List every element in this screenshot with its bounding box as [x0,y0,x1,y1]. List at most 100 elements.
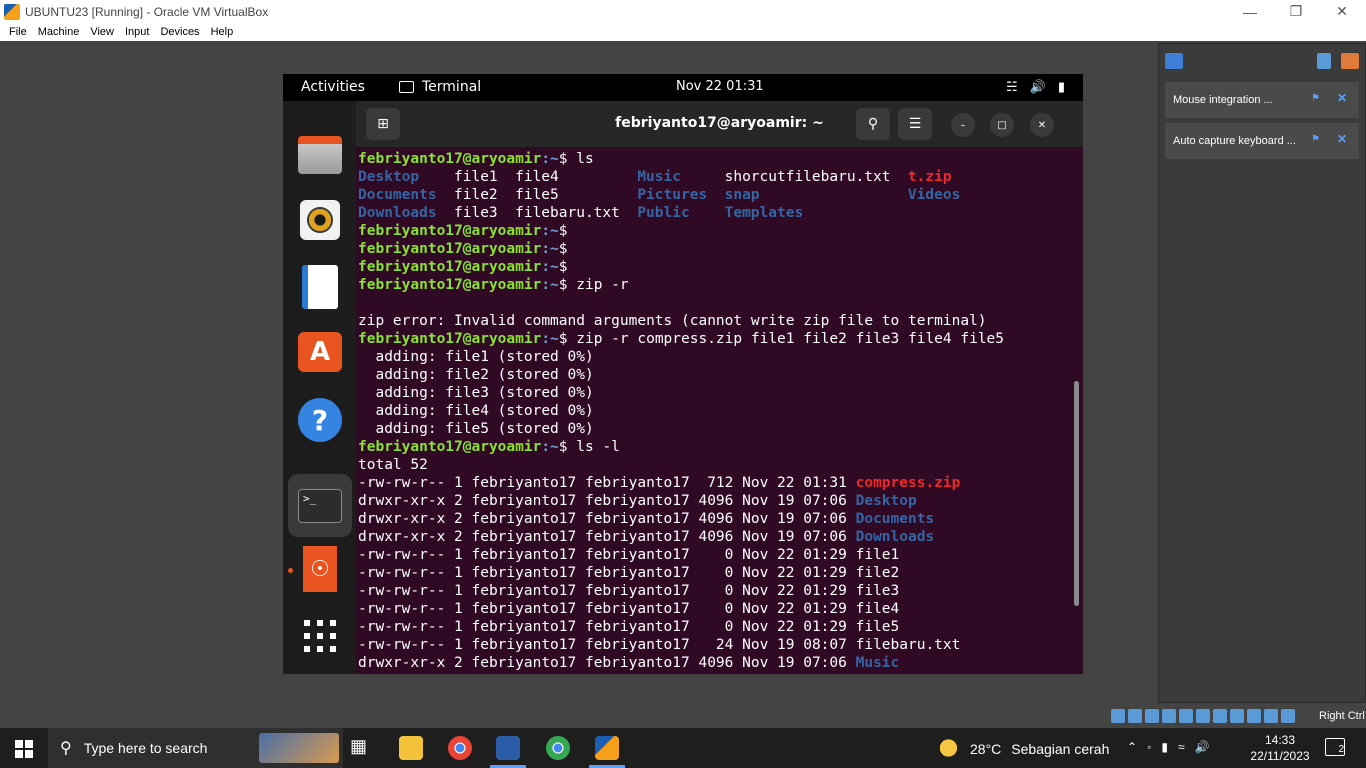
file-name: Music [855,655,900,671]
terminal-icon: >_ [298,488,342,523]
chrome-profile-icon[interactable] [546,736,570,760]
file-meta: drwxr-xr-x 2 febriyanto17 febriyanto17 4… [358,493,856,509]
dock-app-grid[interactable] [295,611,345,661]
volume-icon[interactable]: 🔊 [1195,740,1210,754]
system-tray[interactable]: ⌃ ◦ ▮ ≈ 🔊 [1127,740,1209,754]
menu-file[interactable]: File [4,26,33,38]
terminal-line: adding: file2 (stored 0%) [358,367,594,383]
terminal-header-bar: ⊞ febriyanto17@aryoamir: ~ ⚲ ☰ – □ ✕ [356,101,1083,147]
dock-app-center[interactable]: A [295,327,345,377]
dock-help[interactable]: ? [295,395,345,445]
notification-center: Mouse integration ... ⚑ ✕ Auto capture k… [1158,43,1366,703]
gnome-clock[interactable]: Nov 22 01:31 [676,79,764,94]
ls-row: Downloads file3 filebaru.txt Public Template… [358,204,1083,222]
virtualbox-menu-bar: File Machine View Input Devices Help [0,23,1366,41]
meet-now-icon[interactable]: ◦ [1147,740,1151,754]
virtualbox-vm-icon[interactable] [595,736,619,760]
maximize-button[interactable]: □ [990,113,1014,137]
notification-center-icon[interactable] [1165,53,1183,69]
close-icon[interactable]: ✕ [1337,91,1347,105]
weather-desc: Sebagian cerah [1011,741,1110,757]
action-center-button[interactable]: 2 [1325,738,1345,756]
keyboard-icon [1281,709,1295,723]
file-explorer-icon[interactable] [399,736,423,760]
ubuntu-dock: A ? >_ ☉ [283,101,356,674]
close-button[interactable]: ✕ [1030,113,1054,137]
file-meta: drwxr-xr-x 2 febriyanto17 febriyanto17 4… [358,655,856,671]
dock-rhythmbox[interactable] [295,195,345,245]
windows-taskbar: ⚲ Type here to search ▦ 28°C Sebagian ce… [0,728,1366,768]
ls-entry: file2 [454,187,498,203]
notification-count: 2 [1338,744,1344,755]
dock-writer[interactable] [295,262,345,312]
close-icon[interactable]: ✕ [1337,132,1347,146]
minimize-button[interactable]: — [1227,0,1273,23]
virtualbox-icon[interactable] [496,736,520,760]
terminal-scrollbar[interactable] [1074,381,1079,606]
menu-devices[interactable]: Devices [155,26,205,38]
ls-l-row: -rw-rw-r-- 1 febriyanto17 febriyanto17 0… [358,582,1083,600]
battery-icon[interactable]: ▮ [1161,740,1168,754]
restore-button[interactable]: ❐ [1273,0,1319,23]
clear-all-icon[interactable] [1341,53,1359,69]
menu-input[interactable]: Input [120,26,155,38]
minimize-button[interactable]: – [951,113,975,137]
file-name: file5 [855,619,900,635]
file-meta: drwxr-xr-x 2 febriyanto17 febriyanto17 4… [358,511,856,527]
close-button[interactable]: ✕ [1319,0,1365,23]
network-icon: ☵ [1006,80,1018,95]
ls-entry: shorcutfilebaru.txt [724,169,891,185]
dock-ubuntu-installer[interactable]: ☉ [295,544,345,594]
partly-sunny-icon [940,739,964,759]
window-title: UBUNTU23 [Running] - Oracle VM VirtualBo… [25,4,269,19]
ls-entry: t.zip [907,169,952,185]
taskbar-search[interactable]: ⚲ Type here to search [48,728,343,768]
menu-help[interactable]: Help [206,26,240,38]
menu-machine[interactable]: Machine [33,26,86,38]
ls-entry: file4 [515,169,559,185]
wifi-icon[interactable]: ≈ [1178,740,1185,754]
chrome-icon[interactable] [448,736,472,760]
gnome-top-bar: Activities Terminal Nov 22 01:31 ☵ 🔊 ▮ [283,74,1083,101]
search-button[interactable]: ⚲ [856,108,890,140]
menu-view[interactable]: View [85,26,120,38]
app-menu[interactable]: Terminal [399,79,481,95]
pin-icon[interactable]: ⚑ [1311,134,1323,146]
notification-mouse-integration[interactable]: Mouse integration ... ⚑ ✕ [1165,82,1359,118]
pin-icon[interactable]: ⚑ [1311,93,1323,105]
system-tray[interactable]: ☵ 🔊 ▮ [1006,80,1065,95]
terminal-line: adding: file5 (stored 0%) [358,421,594,437]
terminal-output[interactable]: febriyanto17@aryoamir:~$ ls Desktop file1… [356,147,1083,674]
search-highlight-icon [259,733,339,763]
display-icon [1213,709,1227,723]
file-meta: -rw-rw-r-- 1 febriyanto17 febriyanto17 0… [358,547,856,563]
weather-widget[interactable]: 28°C Sebagian cerah [940,739,1109,759]
ls-entry: Templates [724,205,804,221]
file-meta: -rw-rw-r-- 1 febriyanto17 febriyanto17 0… [358,601,856,617]
ls-output: Desktop file1 file4 Music shorcutfilebaru.tx… [358,168,1083,222]
ls-entry: file5 [515,187,559,203]
file-name: file1 [855,547,900,563]
ls-entry: snap [724,187,760,203]
chevron-up-icon[interactable]: ⌃ [1127,740,1137,754]
activities-button[interactable]: Activities [301,79,365,95]
running-indicator [288,568,293,573]
sort-icon[interactable] [1317,53,1331,69]
search-placeholder: Type here to search [83,740,208,756]
files-icon [298,136,342,174]
taskbar-clock[interactable]: 14:33 22/11/2023 [1246,732,1314,764]
dock-files[interactable] [295,130,345,180]
start-button[interactable] [15,740,33,758]
dock-terminal[interactable]: >_ [288,474,352,537]
task-view-icon[interactable]: ▦ [350,736,374,760]
terminal-line: febriyanto17@aryoamir:~$ zip -r [358,277,629,293]
ls-l-row: drwxr-xr-x 2 febriyanto17 febriyanto17 4… [358,510,1083,528]
notification-label: Mouse integration ... [1173,94,1273,106]
menu-button[interactable]: ☰ [898,108,932,140]
status-icons[interactable] [1111,709,1295,723]
file-name: file2 [855,565,900,581]
terminal-line: febriyanto17@aryoamir:~$ zip -r compress… [358,331,1005,347]
ls-entry: Public [637,205,690,221]
file-name: filebaru.txt [855,637,961,653]
notification-auto-capture[interactable]: Auto capture keyboard ... ⚑ ✕ [1165,123,1359,159]
